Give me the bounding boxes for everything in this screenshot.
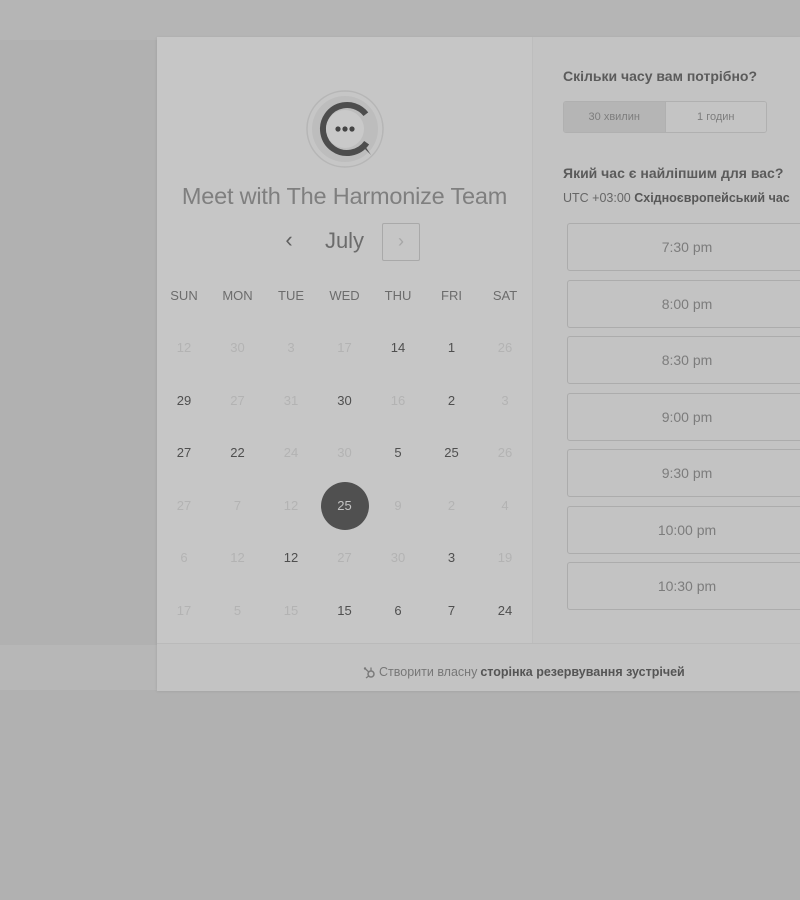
hubspot-sprocket-icon <box>363 666 376 679</box>
calendar-day: 30 <box>230 340 245 355</box>
calendar-day: 3 <box>287 340 295 355</box>
backdrop-top-strip <box>0 0 800 40</box>
calendar-day[interactable]: 3 <box>428 534 476 582</box>
time-slot-button[interactable]: 10:30 pm <box>567 562 800 610</box>
timezone-selector[interactable]: UTC +03:00 Східноєвропейський час <box>563 191 790 205</box>
calendar-day[interactable]: 2 <box>428 377 476 425</box>
calendar-panel: Meet with The Harmonize Team ‹ July › SU… <box>157 37 533 643</box>
calendar-day: 30 <box>337 445 352 461</box>
time-slot-button[interactable]: 9:30 pm <box>567 449 800 497</box>
calendar-day[interactable]: 14 <box>374 324 422 372</box>
calendar-day: 30 <box>390 550 406 566</box>
calendar-day[interactable]: 30 <box>321 377 369 425</box>
calendar-day: 5 <box>233 603 242 618</box>
weekday-label: TUE <box>278 288 304 303</box>
calendar-day: 6 <box>180 550 188 566</box>
weekday-label: WED <box>329 288 360 303</box>
time-heading: Який час є найліпшим для вас? <box>563 165 784 181</box>
calendar-day-selected[interactable]: 25 <box>320 481 369 530</box>
calendar-day[interactable]: 24 <box>481 587 529 635</box>
weekday-label: SUN <box>170 288 198 303</box>
calendar-day: 12 <box>176 340 192 355</box>
calendar-day: 27 <box>230 392 245 408</box>
weekday-label: SAT <box>492 288 518 303</box>
chat-bubble-icon <box>305 89 385 169</box>
time-slot-button[interactable]: 9:00 pm <box>567 392 800 441</box>
calendar-day: 12 <box>230 550 245 566</box>
timezone-name: Східноєвропейський час <box>634 191 790 205</box>
calendar-day[interactable]: 5 <box>374 429 422 477</box>
calendar-day: 17 <box>176 603 192 618</box>
card-footer: Створити власну сторінка резервування зу… <box>157 643 800 691</box>
calendar-day: 9 <box>394 497 402 513</box>
duration-toggle: 30 хвилин 1 годин <box>563 101 767 133</box>
footer-link-text: сторінка резервування зустрічей <box>480 665 685 679</box>
time-slot-button[interactable]: 8:00 pm <box>567 279 800 328</box>
page-backdrop: Meet with The Harmonize Team ‹ July › SU… <box>0 0 800 900</box>
page-title: Meet with The Harmonize Team <box>181 183 508 209</box>
time-panel: Скільки часу вам потрібно? 30 хвилин 1 г… <box>533 37 800 643</box>
calendar-day: 31 <box>283 392 299 408</box>
prev-month-button[interactable]: ‹ <box>274 226 304 256</box>
calendar-day[interactable]: 6 <box>374 587 422 635</box>
calendar-day: 24 <box>283 445 299 461</box>
calendar-day[interactable]: 7 <box>428 587 476 635</box>
duration-heading: Скільки часу вам потрібно? <box>563 68 758 84</box>
calendar-day: 3 <box>501 392 509 408</box>
calendar-day: 7 <box>233 497 242 513</box>
time-slot-button[interactable]: 8:30 pm <box>567 336 800 384</box>
next-month-button[interactable]: › <box>382 223 420 261</box>
timezone-offset: UTC +03:00 <box>563 191 631 205</box>
footer-prefix: Створити власну <box>379 665 478 679</box>
calendar-day[interactable]: 22 <box>214 429 262 477</box>
calendar-day: 16 <box>390 392 406 408</box>
calendar-day: 2 <box>447 497 456 513</box>
month-label: July <box>324 228 365 253</box>
time-slot-button[interactable]: 7:30 pm <box>567 223 800 271</box>
calendar-day: 27 <box>337 550 352 566</box>
calendar-day: 27 <box>176 497 192 513</box>
booking-card: Meet with The Harmonize Team ‹ July › SU… <box>157 37 800 691</box>
calendar-day: 12 <box>283 497 299 513</box>
calendar-day[interactable]: 25 <box>428 429 476 477</box>
calendar-day: 15 <box>283 603 299 618</box>
calendar-day: 26 <box>497 445 513 461</box>
calendar-day: 17 <box>337 340 352 355</box>
weekday-label: MON <box>222 288 253 303</box>
calendar-day[interactable]: 29 <box>160 377 208 425</box>
calendar-day: 26 <box>497 340 513 355</box>
calendar-day[interactable]: 27 <box>160 429 208 477</box>
create-booking-page-link[interactable]: Створити власну сторінка резервування зу… <box>363 665 685 679</box>
calendar-day[interactable]: 15 <box>321 587 369 635</box>
duration-30-button[interactable]: 30 хвилин <box>564 102 666 132</box>
time-slot-button[interactable]: 10:00 pm <box>567 505 800 554</box>
duration-60-button[interactable]: 1 годин <box>665 102 766 132</box>
weekday-label: FRI <box>441 288 462 303</box>
weekday-label: THU <box>384 288 412 303</box>
calendar-day: 4 <box>501 497 509 513</box>
calendar-day[interactable]: 12 <box>267 534 315 582</box>
calendar-day: 19 <box>497 550 513 566</box>
calendar-day[interactable]: 1 <box>428 324 476 372</box>
